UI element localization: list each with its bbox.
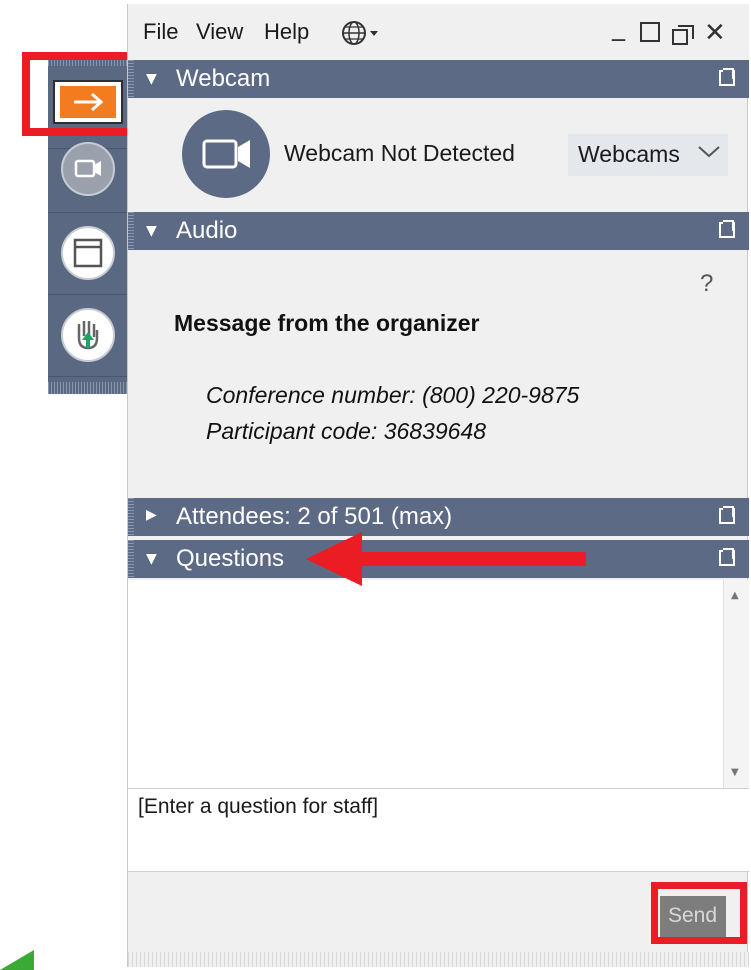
question-input[interactable]: [Enter a question for staff]: [128, 788, 749, 872]
chevron-down-icon: [696, 138, 722, 170]
popout-icon[interactable]: [719, 548, 735, 566]
audio-help-button[interactable]: ?: [700, 270, 713, 298]
menu-view[interactable]: View: [196, 19, 243, 45]
popout-icon[interactable]: [719, 220, 735, 238]
green-corner-shape: [0, 950, 34, 970]
audio-panel-header[interactable]: ▼ Audio: [128, 212, 749, 250]
scroll-up-arrow-icon[interactable]: ▲: [731, 590, 739, 601]
webcam-status-text: Webcam Not Detected: [284, 140, 515, 166]
menu-help[interactable]: Help: [264, 19, 309, 45]
viewer-dock-button[interactable]: [48, 212, 128, 295]
annotation-arrow: [306, 532, 586, 586]
expand-triangle-icon: ▶: [146, 507, 157, 523]
language-globe-icon[interactable]: [340, 19, 388, 51]
scroll-down-arrow-icon[interactable]: ▼: [731, 767, 739, 778]
questions-scrollbar[interactable]: ▲ ▼: [723, 580, 749, 788]
close-button[interactable]: ✕: [704, 18, 726, 48]
webcams-dropdown-label: Webcams: [578, 141, 680, 167]
conference-number-text: Conference number: (800) 220-9875: [206, 382, 580, 408]
popout-window-button[interactable]: [672, 22, 694, 45]
webcams-dropdown[interactable]: Webcams: [568, 134, 728, 176]
maximize-button[interactable]: [640, 22, 660, 42]
collapse-triangle-icon: ▼: [146, 223, 157, 239]
raise-hand-icon: [61, 308, 115, 362]
panel-grip: [128, 540, 134, 578]
collapse-triangle-icon: ▼: [146, 71, 157, 87]
webcam-panel-header[interactable]: ▼ Webcam: [128, 60, 749, 98]
camera-icon: [61, 142, 115, 196]
questions-log[interactable]: ▲ ▼: [128, 580, 749, 788]
dock-grip-bottom[interactable]: [48, 382, 128, 394]
raise-hand-dock-button[interactable]: [48, 294, 128, 377]
send-highlight-box: [651, 882, 747, 944]
panel-grip: [128, 498, 134, 536]
audio-panel-title: Audio: [176, 217, 238, 244]
window-icon: [61, 226, 115, 280]
question-input-placeholder: [Enter a question for staff]: [138, 795, 379, 818]
minimize-button[interactable]: _: [612, 12, 625, 42]
attendees-panel-title: Attendees: 2 of 501 (max): [176, 503, 453, 530]
webcam-dock-button[interactable]: [48, 130, 128, 213]
popout-icon[interactable]: [719, 506, 735, 524]
webcam-icon: [182, 110, 270, 198]
menu-bar: File View Help _ ✕: [128, 4, 749, 60]
window-resize-grip[interactable]: [128, 952, 749, 967]
menu-file[interactable]: File: [143, 19, 178, 45]
webcam-panel-title: Webcam: [176, 65, 271, 92]
collapse-triangle-icon: ▼: [146, 551, 157, 567]
panel-grip: [128, 60, 134, 98]
panel-grip: [128, 212, 134, 250]
questions-panel-title: Questions: [176, 545, 285, 572]
control-panel-window: File View Help _ ✕ ▼ Webcam Webcam Not D…: [127, 4, 749, 967]
popout-icon[interactable]: [719, 68, 735, 86]
organizer-message-title: Message from the organizer: [174, 310, 480, 336]
participant-code-text: Participant code: 36839648: [206, 418, 487, 444]
attendees-panel-header[interactable]: ▶ Attendees: 2 of 501 (max): [128, 498, 749, 536]
